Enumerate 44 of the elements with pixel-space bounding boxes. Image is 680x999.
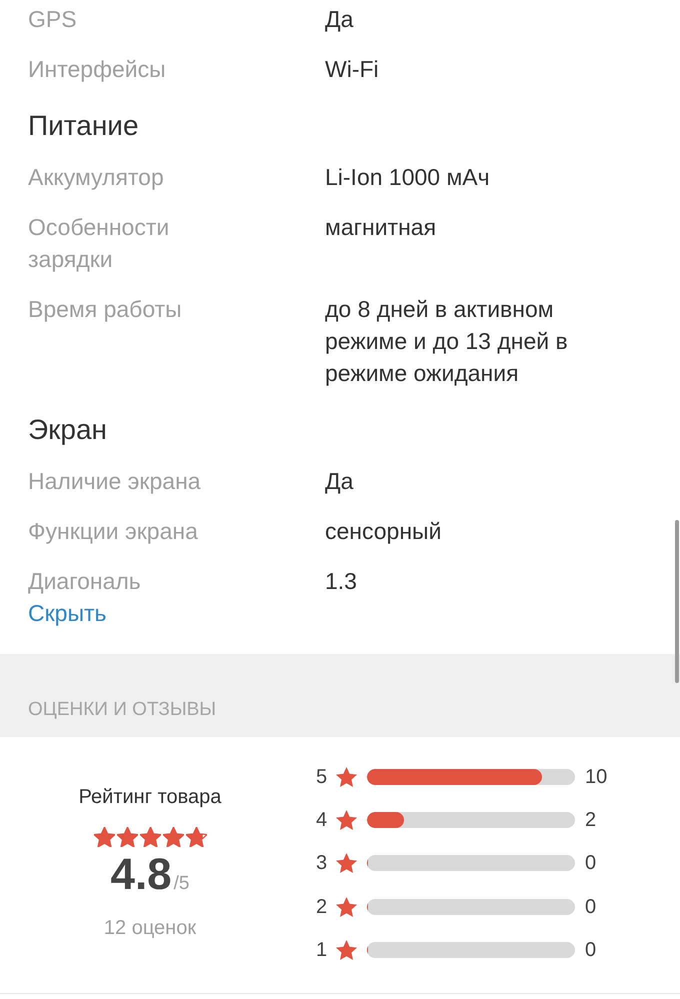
spec-label: Особенности зарядки xyxy=(28,213,170,274)
star-icon xyxy=(186,827,206,847)
star-icon xyxy=(336,853,357,874)
spec-value: Wi-Fi xyxy=(325,55,379,84)
section-heading: Экран xyxy=(28,415,107,445)
star-icon xyxy=(140,827,160,847)
star-icon xyxy=(116,827,138,847)
spec-label: Функции экрана xyxy=(28,517,198,546)
rating-count-label: 10 xyxy=(585,764,608,789)
spec-value: Li-Ion 1000 мАч xyxy=(325,163,490,192)
spec-value: 1.3 xyxy=(325,567,357,596)
spec-label: Диагональ xyxy=(28,567,141,596)
star-icon xyxy=(336,896,357,917)
rating-title: Рейтинг товара xyxy=(78,785,222,809)
rating-grade-label: 1 xyxy=(316,938,328,962)
spec-value: Да xyxy=(325,5,354,34)
spec-label: Аккумулятор xyxy=(28,163,164,192)
rating-grade-label: 5 xyxy=(316,764,328,789)
spec-value: Да xyxy=(325,467,354,496)
spec-label: GPS xyxy=(28,5,77,34)
rating-scale: /5 xyxy=(174,872,190,896)
hide-link[interactable]: Скрыть xyxy=(28,597,107,629)
star-icon xyxy=(94,827,114,847)
star-icon xyxy=(336,766,357,787)
rating-grade-label: 3 xyxy=(316,851,328,876)
spec-value: магнитная xyxy=(325,213,436,242)
rating-count: 12 оценок xyxy=(104,916,196,940)
star-icon xyxy=(336,940,357,960)
rating-count-label: 2 xyxy=(585,808,596,832)
rating-count-label: 0 xyxy=(585,851,596,876)
spec-value: сенсорный xyxy=(325,517,442,546)
rating-count-label: 0 xyxy=(585,938,596,962)
rating-grade-label: 4 xyxy=(316,808,328,832)
star-icon xyxy=(162,827,184,847)
section-heading: Питание xyxy=(28,111,139,141)
rating-score: 4.8 xyxy=(110,853,172,897)
rating-count-label: 0 xyxy=(585,894,596,919)
star-icon xyxy=(336,810,357,830)
spec-value: до 8 дней в активном режиме и до 13 дней в режиме ожидания xyxy=(325,295,569,388)
spec-label: Время работы xyxy=(28,295,182,324)
spec-label: Наличие экрана xyxy=(28,467,201,496)
rating-grade-label: 2 xyxy=(316,894,328,919)
section-title: ОЦЕНКИ И ОТЗЫВЫ xyxy=(28,698,216,722)
spec-label: Интерфейсы xyxy=(28,55,166,84)
